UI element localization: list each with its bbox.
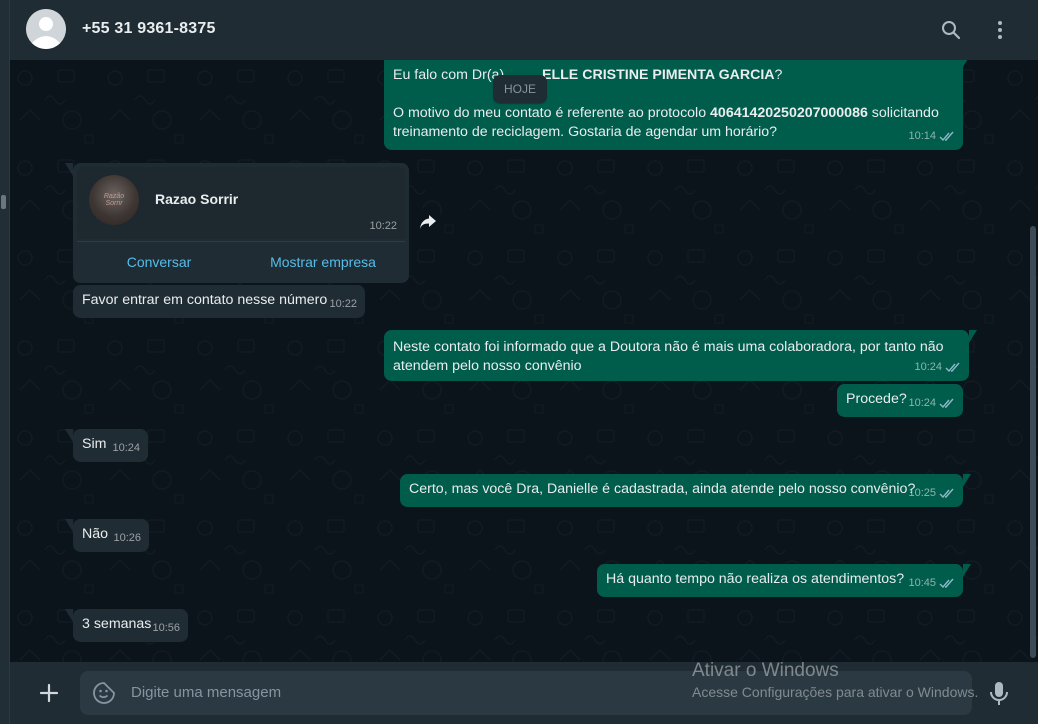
left-panel-edge <box>0 0 10 724</box>
message-time: 10:24 <box>112 442 140 454</box>
mic-icon[interactable] <box>988 680 1010 708</box>
contact-card-header[interactable]: Razão Sorrir Razao Sorrir 10:22 <box>77 167 405 239</box>
contact-title[interactable]: +55 31 9361-8375 <box>82 20 216 38</box>
date-chip: HOJE <box>493 75 547 103</box>
message-time: 10:24 <box>914 361 942 373</box>
watermark-subtitle: Acesse Configurações para ativar o Windo… <box>692 684 979 700</box>
plus-icon[interactable] <box>34 678 64 708</box>
message-outgoing[interactable]: Certo, mas você Dra, Danielle é cadastra… <box>400 474 971 507</box>
message-meta: 10:25 <box>908 484 955 503</box>
avatar[interactable] <box>26 9 66 49</box>
read-receipt-icon <box>939 131 954 142</box>
message-meta: 10:26 <box>113 529 141 548</box>
message-text: Favor entrar em contato nesse número <box>82 292 328 308</box>
search-icon[interactable] <box>936 15 966 45</box>
message-text: Eu falo com Dr(a) <box>393 67 509 83</box>
message-meta: 10:22 <box>329 295 357 314</box>
message-text: 3 semanas <box>82 616 152 632</box>
message-outgoing[interactable]: Neste contato foi informado que a Doutor… <box>384 330 977 381</box>
message-time: 10:24 <box>908 397 936 409</box>
read-receipt-icon <box>939 488 954 499</box>
contact-actions: Conversar Mostrar empresa <box>77 243 405 281</box>
menu-icon[interactable] <box>985 15 1015 45</box>
windows-activation-watermark: Ativar o Windows Acesse Configurações pa… <box>692 660 978 702</box>
message-time: 10:26 <box>113 532 141 544</box>
message-text: ? <box>774 67 783 83</box>
message-incoming[interactable]: Favor entrar em contato nesse número 10:… <box>73 285 365 318</box>
message-time: 10:25 <box>908 487 936 499</box>
message-incoming[interactable]: Sim 10:24 <box>65 429 148 462</box>
message-time: 10:56 <box>152 622 180 634</box>
message-meta: 10:56 <box>152 619 180 638</box>
chat-with-contact-button[interactable]: Conversar <box>77 243 241 281</box>
message-list[interactable]: Eu falo com Dr(a) DANIELLE CRISTINE PIME… <box>10 60 1038 662</box>
left-scroll-thumb[interactable] <box>1 195 6 209</box>
message-time: 10:45 <box>908 577 936 589</box>
message-text: Procede? <box>846 391 907 407</box>
chat-scrollbar[interactable] <box>1030 226 1036 658</box>
read-receipt-icon <box>945 362 960 373</box>
message-meta: 10:24 <box>914 358 961 377</box>
message-meta: 10:14 <box>908 127 955 146</box>
message-outgoing[interactable]: Procede? 10:24 <box>837 384 963 417</box>
message-outgoing[interactable]: Eu falo com Dr(a) DANIELLE CRISTINE PIME… <box>384 60 971 150</box>
read-receipt-icon <box>939 398 954 409</box>
message-line-1: Eu falo com Dr(a) DANIELLE CRISTINE PIME… <box>393 66 954 85</box>
message-text: Sim <box>82 436 107 452</box>
message-text: O motivo do meu contato é referente ao p… <box>393 105 711 121</box>
contact-card-message[interactable]: Razão Sorrir Razao Sorrir 10:22 Conversa… <box>65 163 409 283</box>
sticker-icon[interactable] <box>92 681 116 705</box>
business-logo: Razão Sorrir <box>103 193 125 207</box>
message-time: 10:22 <box>369 220 397 232</box>
message-placeholder: Digite uma mensagem <box>131 684 282 701</box>
message-text: Há quanto tempo não realiza os atendimen… <box>606 571 905 587</box>
message-text: Neste contato foi informado que a Doutor… <box>393 339 944 374</box>
protocol-number: 40641420250207000086 <box>710 105 868 121</box>
message-incoming[interactable]: Não 10:26 <box>65 519 149 552</box>
message-time: 10:22 <box>329 298 357 310</box>
message-meta: 10:45 <box>908 574 955 593</box>
chat-header[interactable]: +55 31 9361-8375 <box>10 0 1038 60</box>
contact-avatar[interactable]: Razão Sorrir <box>89 175 139 225</box>
message-outgoing[interactable]: Há quanto tempo não realiza os atendimen… <box>597 564 971 597</box>
watermark-title: Ativar o Windows <box>692 660 839 681</box>
read-receipt-icon <box>939 578 954 589</box>
doctor-name: ELLE CRISTINE PIMENTA GARCIA <box>542 67 775 83</box>
message-line-2: O motivo do meu contato é referente ao p… <box>393 104 953 142</box>
message-text: Não <box>82 526 109 542</box>
message-incoming[interactable]: 3 semanas 10:56 <box>65 609 188 642</box>
forward-icon[interactable] <box>414 208 442 236</box>
message-meta: 10:24 <box>112 439 140 458</box>
message-text: Certo, mas você Dra, Danielle é cadastra… <box>409 481 916 497</box>
show-business-button[interactable]: Mostrar empresa <box>241 243 405 281</box>
message-meta: 10:24 <box>908 394 955 413</box>
divider <box>77 241 405 242</box>
message-time: 10:14 <box>908 130 936 142</box>
contact-name: Razao Sorrir <box>155 191 239 207</box>
